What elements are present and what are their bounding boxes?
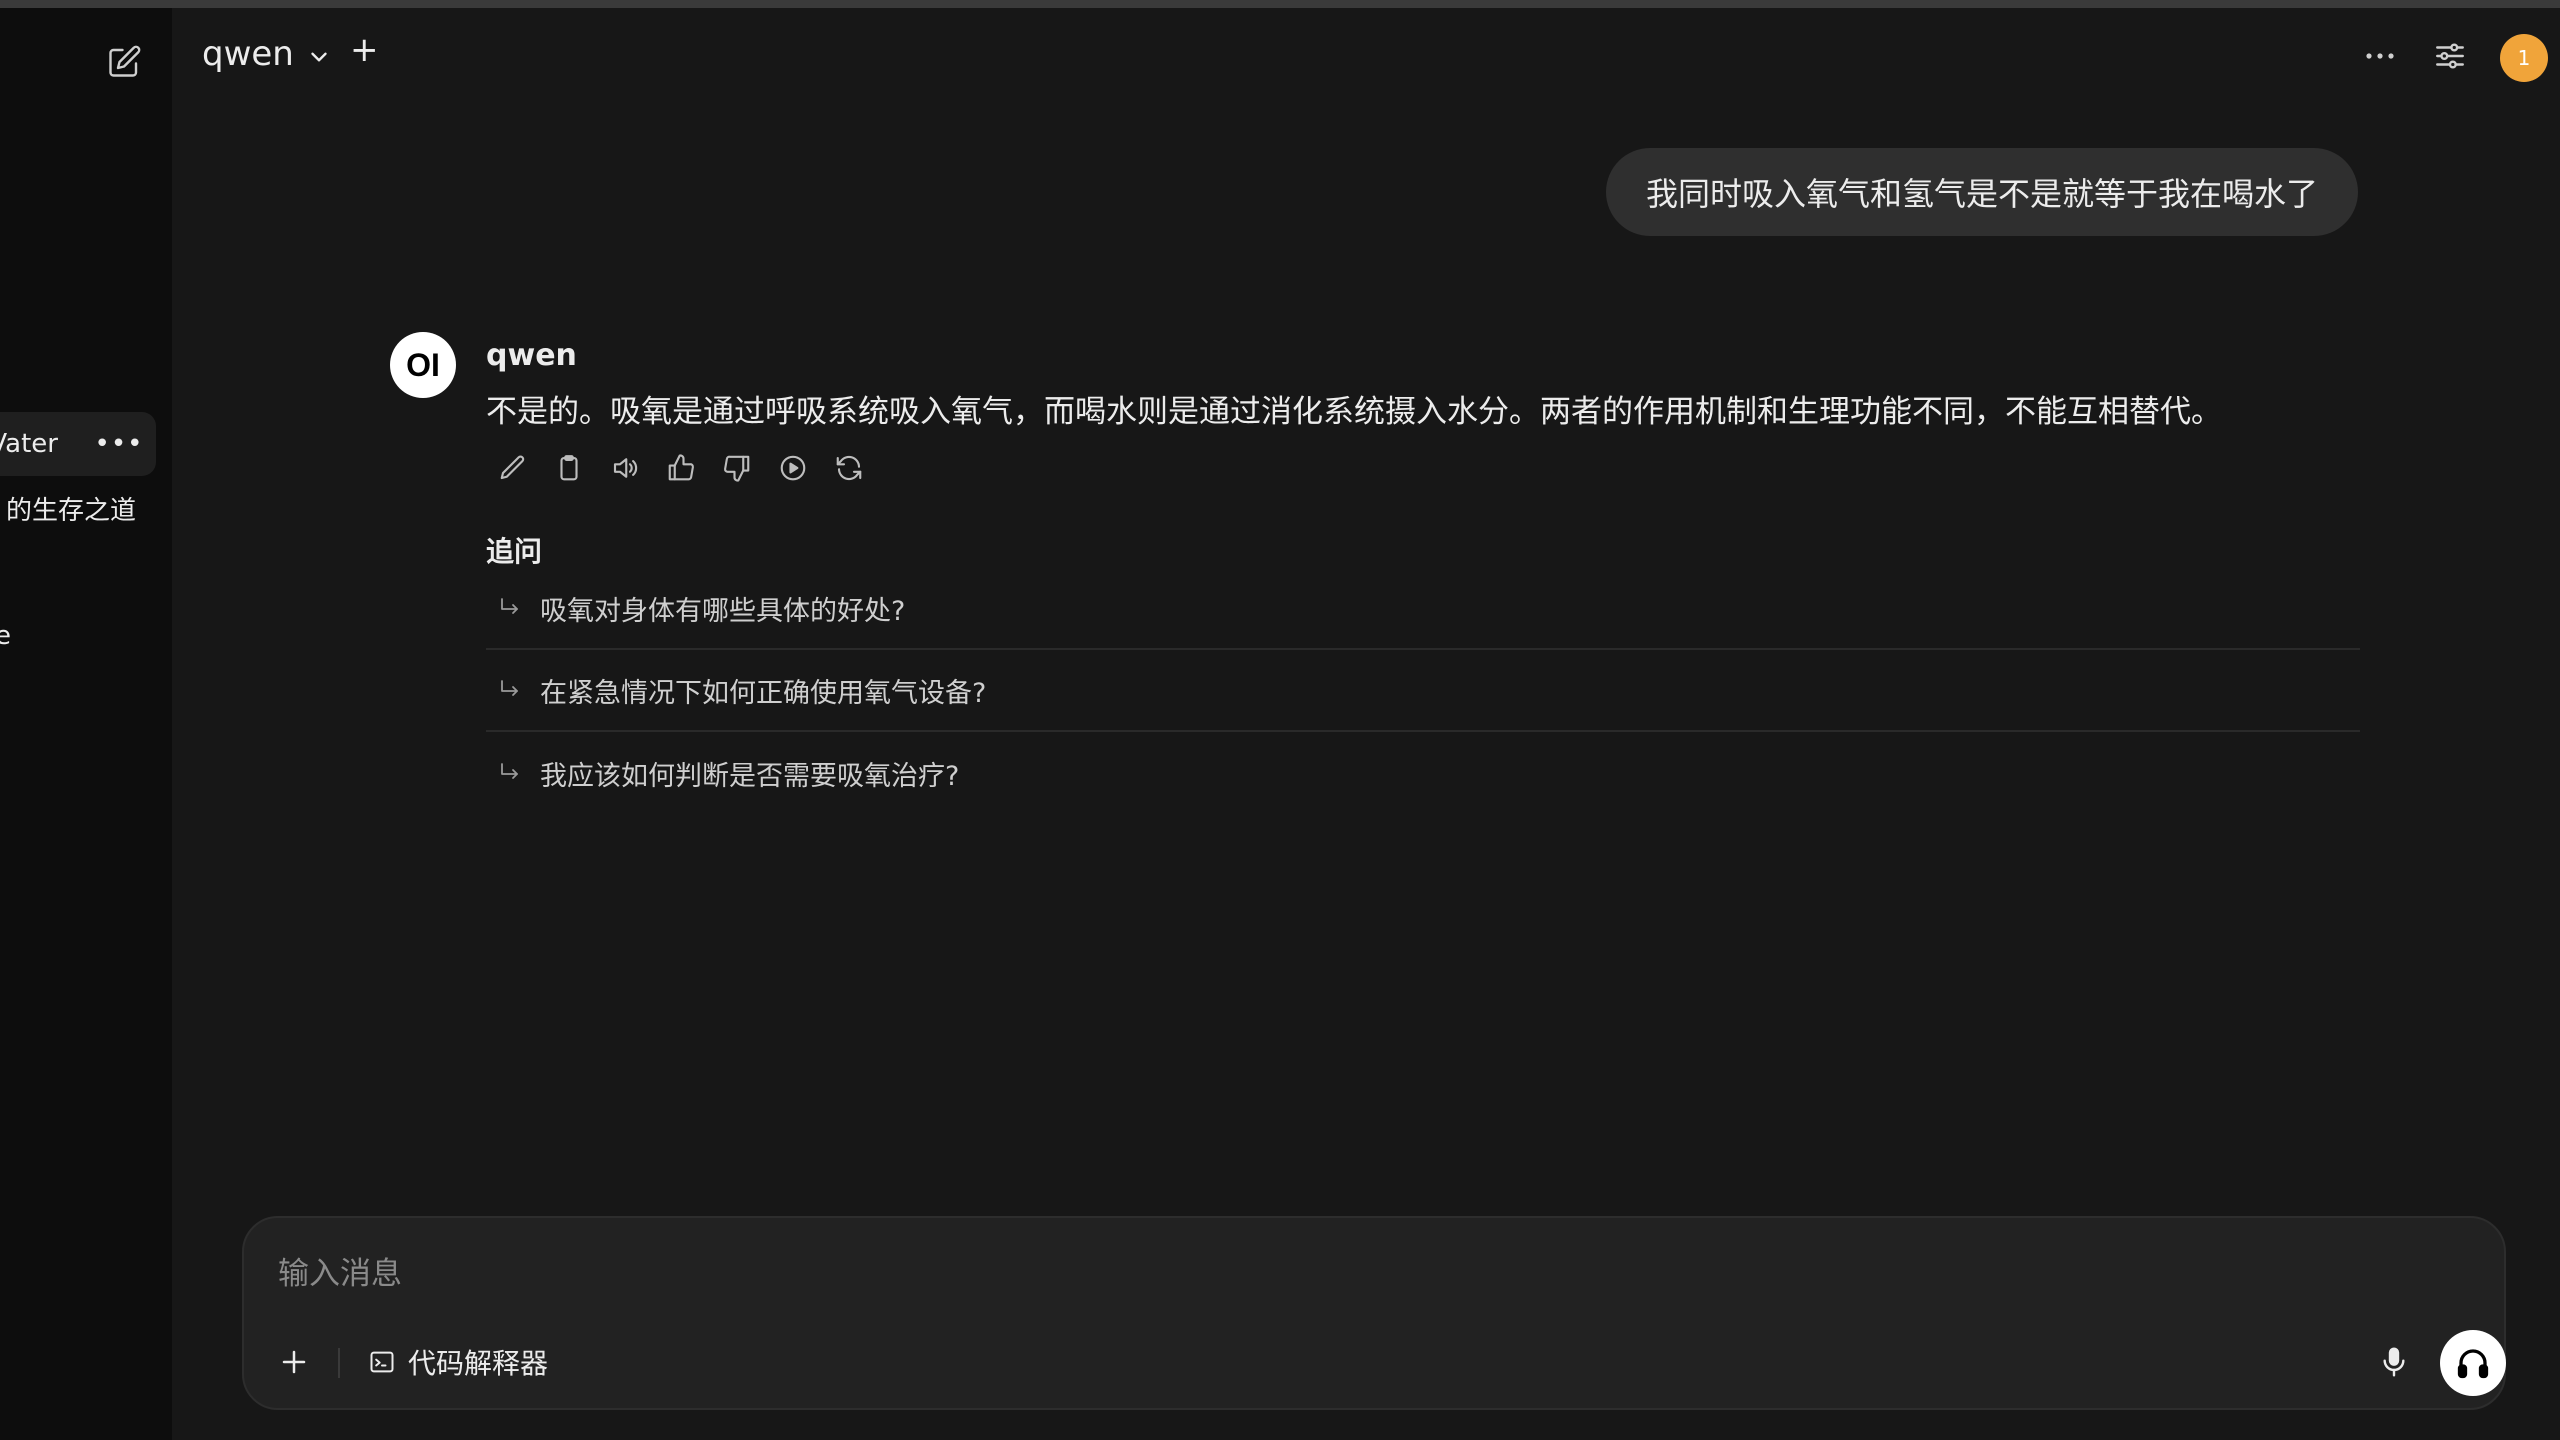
assistant-message-text: 不是的。吸氧是通过呼吸系统吸入氧气，而喝水则是通过消化系统摄入水分。两者的作用机… (486, 394, 2222, 430)
read-aloud-button[interactable] (606, 448, 644, 488)
window-top-strip (0, 0, 2560, 8)
ellipsis-icon (2366, 53, 2394, 59)
controls-button[interactable] (2430, 36, 2470, 76)
speaker-icon (613, 458, 638, 478)
sidebar-chat-label: e (0, 621, 11, 651)
followup-text: 在紧急情况下如何正确使用氧气设备? (540, 677, 987, 709)
followup-item[interactable]: 我应该如何判断是否需要吸氧治疗? (486, 732, 2360, 814)
sidebar-chat-item-active[interactable]: Vater ••• (0, 412, 156, 476)
sidebar-chat-label: Vater (0, 429, 58, 459)
user-message-bubble: 我同时吸入氧气和氢气是不是就等于我在喝水了 (1606, 148, 2359, 236)
model-selector-label[interactable]: qwen (202, 34, 294, 74)
thumbs-down-button[interactable] (718, 448, 756, 488)
message-input[interactable] (278, 1250, 2458, 1298)
toolbar-divider (338, 1348, 340, 1378)
chat-options-icon[interactable]: ••• (95, 429, 143, 459)
attach-button[interactable] (274, 1342, 314, 1382)
more-options-button[interactable] (2360, 38, 2400, 74)
edit-button[interactable] (494, 448, 532, 488)
new-chat-icon (109, 45, 141, 77)
main-panel: qwen + 1 我同时吸入氧气和氢气是不是就等于我在喝水了 OI qwen 不… (172, 8, 2560, 1440)
new-chat-button[interactable] (98, 36, 150, 88)
regenerate-button[interactable] (830, 448, 868, 488)
plus-icon (282, 1350, 306, 1374)
code-interpreter-toggle[interactable]: 代码解释器 (368, 1340, 548, 1384)
return-arrow-icon (501, 598, 518, 614)
refresh-icon (836, 455, 862, 481)
thumbs-up-button[interactable] (662, 448, 700, 488)
assistant-avatar: OI (390, 332, 456, 398)
thumbs-up-icon (668, 454, 694, 481)
add-model-button[interactable]: + (350, 30, 379, 70)
continue-button[interactable] (774, 448, 812, 488)
headphones-icon (2457, 1349, 2489, 1379)
sidebar-chat-item[interactable]: e (0, 604, 156, 668)
thumbs-down-icon (724, 455, 750, 482)
top-bar: qwen + 1 (172, 8, 2560, 104)
chevron-down-icon[interactable] (306, 44, 332, 70)
followup-list: 吸氧对身体有哪些具体的好处? 在紧急情况下如何正确使用氧气设备? 我应该如何判断… (486, 568, 2360, 814)
assistant-name: qwen (486, 338, 577, 373)
microphone-icon (2383, 1347, 2405, 1377)
terminal-icon (370, 1351, 394, 1373)
voice-mode-button[interactable] (2440, 1330, 2506, 1396)
followup-text: 吸氧对身体有哪些具体的好处? (540, 595, 906, 627)
followup-title: 追问 (486, 535, 543, 568)
return-arrow-icon (501, 763, 518, 779)
edit-icon (500, 455, 525, 480)
dictate-button[interactable] (2372, 1340, 2416, 1384)
play-circle-icon (780, 455, 806, 481)
sidebar-chat-label: 的生存之道 (5, 495, 136, 526)
message-composer: 代码解释器 (242, 1216, 2506, 1410)
followup-item[interactable]: 在紧急情况下如何正确使用氧气设备? (486, 650, 2360, 732)
copy-icon (560, 455, 578, 481)
followup-item[interactable]: 吸氧对身体有哪些具体的好处? (486, 568, 2360, 650)
copy-button[interactable] (550, 448, 588, 488)
sliders-icon (2436, 43, 2464, 69)
return-arrow-icon (501, 680, 518, 696)
user-avatar[interactable]: 1 (2500, 34, 2548, 82)
followup-text: 我应该如何判断是否需要吸氧治疗? (540, 760, 960, 792)
sidebar-chat-item[interactable]: 的生存之道 (0, 476, 156, 540)
code-interpreter-label: 代码解释器 (408, 1347, 549, 1380)
sidebar: Vater ••• 的生存之道 e (0, 8, 172, 1440)
message-actions (494, 448, 868, 488)
